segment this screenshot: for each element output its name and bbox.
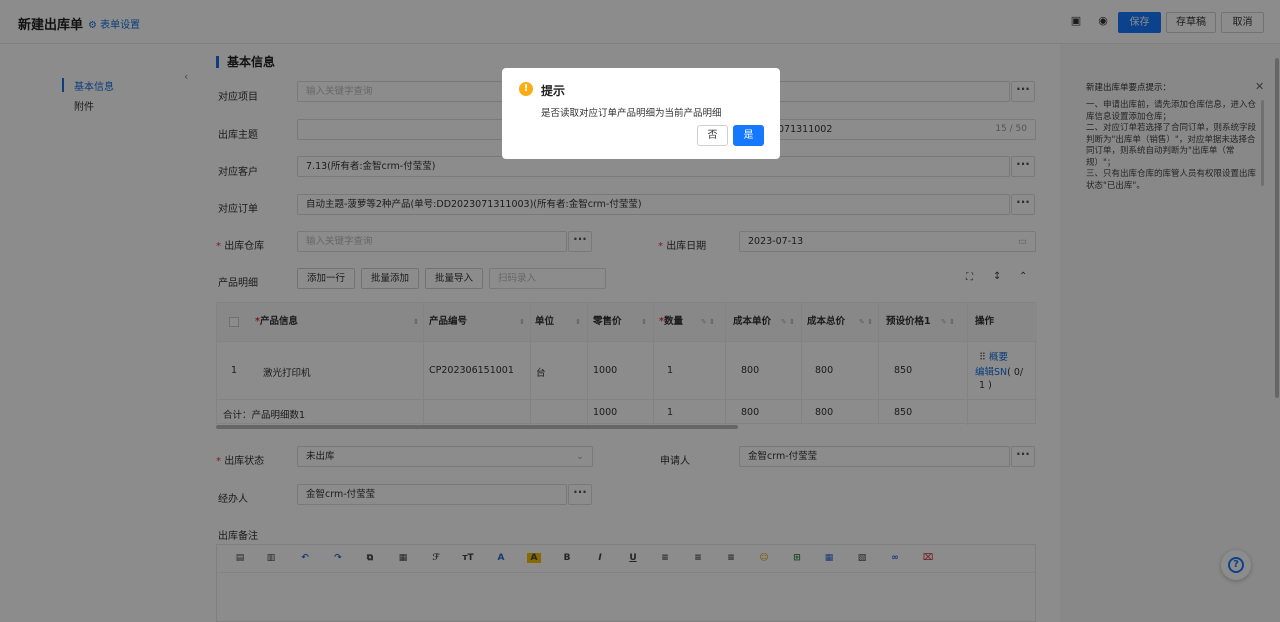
dialog-message: 是否读取对应订单产品明细为当前产品明细 (541, 108, 722, 119)
warning-icon: ! (519, 82, 533, 96)
dialog-title: 提示 (541, 84, 566, 98)
dialog-no-button[interactable]: 否 (697, 125, 728, 146)
confirm-dialog: ! 提示 是否读取对应订单产品明细为当前产品明细 否 是 (502, 68, 780, 159)
dialog-yes-button[interactable]: 是 (733, 125, 764, 146)
